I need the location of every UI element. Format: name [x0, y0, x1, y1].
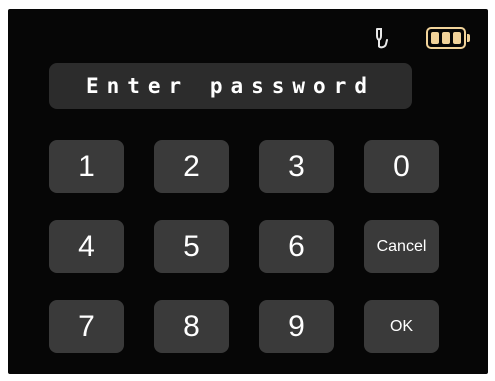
key-3[interactable]: 3 [259, 140, 334, 193]
battery-full-icon [426, 27, 470, 49]
key-7[interactable]: 7 [49, 300, 124, 353]
status-bar [374, 27, 470, 49]
key-4[interactable]: 4 [49, 220, 124, 273]
usb-plug-icon [374, 27, 390, 49]
ok-button[interactable]: OK [364, 300, 439, 353]
key-5[interactable]: 5 [154, 220, 229, 273]
key-1[interactable]: 1 [49, 140, 124, 193]
battery-cell [453, 32, 461, 44]
key-8[interactable]: 8 [154, 300, 229, 353]
keypad: 1 2 3 0 4 5 6 Cancel 7 8 9 OK [49, 140, 439, 353]
battery-cell [442, 32, 450, 44]
key-6[interactable]: 6 [259, 220, 334, 273]
key-2[interactable]: 2 [154, 140, 229, 193]
key-0[interactable]: 0 [364, 140, 439, 193]
battery-cell [431, 32, 439, 44]
device-screen: Enter password 1 2 3 0 4 5 6 Cancel 7 8 … [8, 9, 488, 374]
key-9[interactable]: 9 [259, 300, 334, 353]
cancel-button[interactable]: Cancel [364, 220, 439, 273]
password-field[interactable]: Enter password [49, 63, 412, 109]
